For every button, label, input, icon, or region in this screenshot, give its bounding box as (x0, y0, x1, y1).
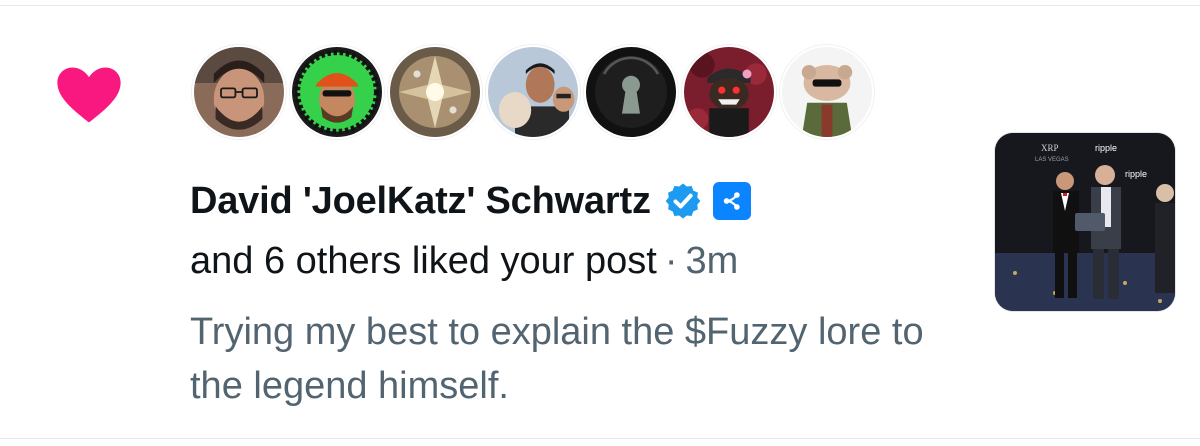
post-thumbnail[interactable]: ripple ripple XRP LAS VEGAS (995, 133, 1175, 311)
verified-badge-icon (665, 183, 701, 219)
top-divider (0, 5, 1200, 6)
thumb-event: XRP (1041, 143, 1059, 153)
thumb-brand-1: ripple (1095, 143, 1117, 153)
avatar[interactable] (192, 45, 286, 139)
heart-icon (57, 67, 121, 123)
avatar[interactable] (290, 45, 384, 139)
post-text[interactable]: Trying my best to explain the $Fuzzy lor… (190, 305, 970, 413)
thumbnail-image: ripple ripple XRP LAS VEGAS (995, 133, 1175, 311)
user-name[interactable]: David 'JoelKatz' Schwartz (190, 180, 651, 223)
avatar[interactable] (682, 45, 776, 139)
notification-summary: and 6 others liked your post · 3m (190, 236, 738, 286)
thumb-brand-2: ripple (1125, 169, 1147, 179)
separator: · (664, 239, 678, 282)
summary-text: and 6 others liked your post (190, 239, 657, 282)
ripple-affiliate-icon[interactable] (712, 182, 751, 220)
thumb-location: LAS VEGAS (1035, 157, 1069, 163)
avatar[interactable] (486, 45, 580, 139)
liker-name-row: David 'JoelKatz' Schwartz (190, 173, 751, 229)
avatar[interactable] (388, 45, 482, 139)
timestamp: 3m (685, 239, 739, 282)
like-notification[interactable]: David 'JoelKatz' Schwartz and 6 others l… (0, 0, 1200, 446)
avatar[interactable] (780, 45, 874, 139)
avatar[interactable] (584, 45, 678, 139)
bottom-divider (0, 438, 1200, 439)
